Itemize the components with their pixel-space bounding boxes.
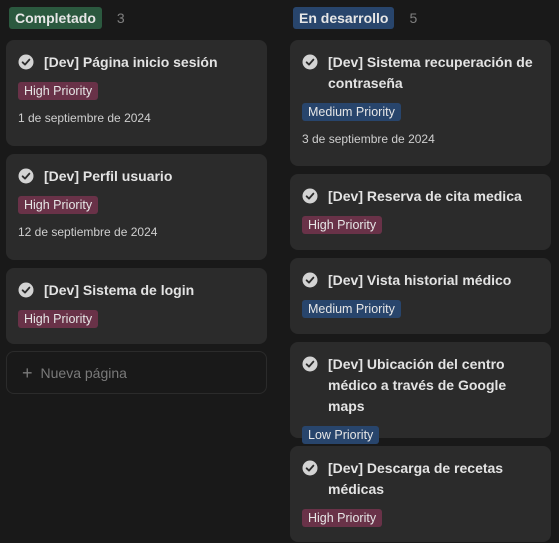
check-circle-icon bbox=[302, 356, 318, 372]
kanban-board: Completado 3 [Dev] Página inicio sesión … bbox=[0, 0, 559, 543]
check-circle-icon bbox=[302, 54, 318, 70]
check-circle-icon bbox=[302, 272, 318, 288]
card-title: [Dev] Reserva de cita medica bbox=[328, 188, 522, 204]
check-circle-icon bbox=[18, 168, 34, 184]
check-circle-icon bbox=[18, 282, 34, 298]
check-circle-icon bbox=[302, 460, 318, 476]
priority-tag: High Priority bbox=[302, 216, 383, 234]
card-title: [Dev] Descarga de recetas médicas bbox=[328, 460, 504, 497]
priority-tag: Low Priority bbox=[302, 426, 380, 444]
new-page-label: Nueva página bbox=[40, 364, 127, 381]
board-card[interactable]: [Dev] Perfil usuario High Priority 12 de… bbox=[6, 154, 267, 260]
card-title: [Dev] Sistema recuperación de contraseña bbox=[328, 54, 533, 91]
board-card[interactable]: [Dev] Reserva de cita medica High Priori… bbox=[290, 174, 551, 250]
priority-tag: Medium Priority bbox=[302, 300, 401, 318]
card-date: 1 de septiembre de 2024 bbox=[18, 111, 151, 125]
status-badge[interactable]: Completado bbox=[9, 7, 102, 29]
column-completado: Completado 3 [Dev] Página inicio sesión … bbox=[6, 0, 267, 394]
board-card[interactable]: [Dev] Sistema recuperación de contraseña… bbox=[290, 40, 551, 166]
priority-tag: High Priority bbox=[18, 196, 99, 214]
card-date: 12 de septiembre de 2024 bbox=[18, 225, 158, 239]
card-title: [Dev] Ubicación del centro médico a trav… bbox=[328, 356, 507, 414]
priority-tag: Medium Priority bbox=[302, 103, 401, 121]
column-header: Completado 3 bbox=[6, 0, 267, 36]
new-page-button[interactable]: + Nueva página bbox=[6, 351, 267, 394]
column-en-desarrollo: En desarrollo 5 [Dev] Sistema recuperaci… bbox=[290, 0, 551, 542]
board-card[interactable]: [Dev] Descarga de recetas médicas High P… bbox=[290, 446, 551, 542]
card-count: 3 bbox=[116, 10, 125, 26]
column-header: En desarrollo 5 bbox=[290, 0, 551, 36]
check-circle-icon bbox=[302, 188, 318, 204]
card-title: [Dev] Perfil usuario bbox=[44, 168, 173, 184]
priority-tag: High Priority bbox=[302, 509, 383, 527]
board-card[interactable]: [Dev] Ubicación del centro médico a trav… bbox=[290, 342, 551, 444]
board-card[interactable]: [Dev] Sistema de login High Priority bbox=[6, 268, 267, 344]
board-card[interactable]: [Dev] Vista historial médico Medium Prio… bbox=[290, 258, 551, 334]
board-card[interactable]: [Dev] Página inicio sesión High Priority… bbox=[6, 40, 267, 146]
check-circle-icon bbox=[18, 54, 34, 70]
card-title: [Dev] Sistema de login bbox=[44, 282, 195, 298]
card-count: 5 bbox=[409, 10, 418, 26]
priority-tag: High Priority bbox=[18, 82, 99, 100]
priority-tag: High Priority bbox=[18, 310, 99, 328]
card-date: 3 de septiembre de 2024 bbox=[302, 132, 435, 146]
card-title: [Dev] Página inicio sesión bbox=[44, 54, 218, 70]
card-title: [Dev] Vista historial médico bbox=[328, 272, 512, 288]
plus-icon: + bbox=[22, 362, 33, 383]
status-badge[interactable]: En desarrollo bbox=[293, 7, 395, 29]
